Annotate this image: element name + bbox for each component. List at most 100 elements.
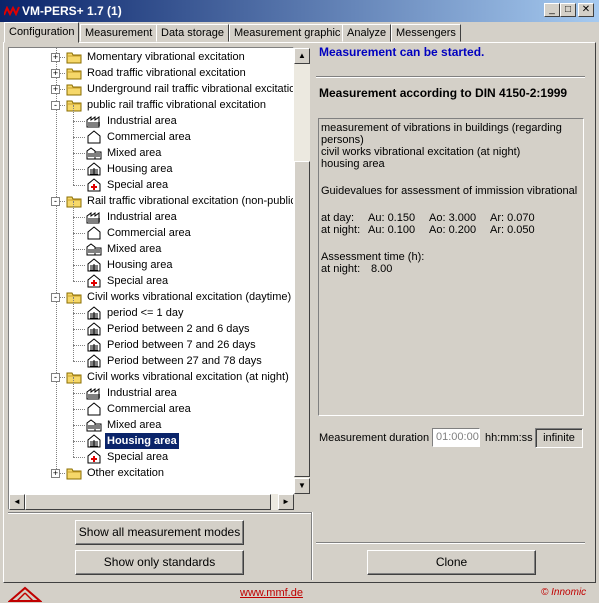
- guide-ao: Ao: 3.000: [429, 212, 477, 224]
- house-outline-icon: [86, 402, 102, 416]
- measurement-mode-tree[interactable]: Momentary vibrational excitation + Road tr…: [8, 47, 294, 510]
- website-link[interactable]: www.mmf.de: [240, 587, 303, 599]
- duration-unit: hh:mm:ss: [485, 432, 533, 444]
- folder-icon: [66, 98, 82, 112]
- expand-icon[interactable]: +: [51, 469, 60, 478]
- scroll-thumb[interactable]: [294, 161, 310, 477]
- tree-node-label: Commercial area: [107, 131, 191, 143]
- tab-messengers[interactable]: Messengers: [391, 24, 461, 42]
- guide-au: Au: 0.100: [368, 224, 416, 236]
- tree-connector: [73, 137, 74, 153]
- button-label: Clone: [435, 555, 468, 569]
- show-all-modes-button[interactable]: Show all measurement modes: [75, 520, 244, 545]
- duration-label: Measurement duration: [319, 432, 430, 444]
- app-logo-icon: [4, 6, 20, 16]
- left-divider: [8, 512, 311, 514]
- tree-connector: [56, 48, 57, 473]
- tree-connector: [73, 329, 85, 330]
- tree-node-label: Momentary vibrational excitation: [87, 51, 245, 63]
- tree-node-label: Housing area: [104, 432, 180, 450]
- hospital-icon: [86, 178, 102, 192]
- guide-au: Au: 0.150: [368, 212, 416, 224]
- info-line: civil works vibrational excitation (at n…: [321, 146, 521, 158]
- tree-connector: [73, 169, 74, 185]
- scroll-up-button[interactable]: ▲: [294, 48, 310, 64]
- collapse-icon[interactable]: -: [51, 101, 60, 110]
- assessment-night-value: 8.00: [371, 263, 393, 275]
- tree-node-label: Housing area: [107, 163, 173, 175]
- collapse-icon[interactable]: -: [51, 293, 60, 302]
- vertical-divider: [311, 512, 313, 580]
- guide-ar: Ar: 0.070: [490, 212, 535, 224]
- tree-connector: [73, 217, 74, 233]
- show-standards-button[interactable]: Show only standards: [75, 550, 244, 575]
- tab-label: Measurement: [85, 27, 153, 39]
- house-icon: [86, 162, 102, 176]
- tree-connector: [73, 249, 74, 265]
- scroll-down-button[interactable]: ▼: [294, 478, 310, 494]
- clone-button[interactable]: Clone: [367, 550, 536, 575]
- tree-connector: [73, 361, 85, 362]
- expand-icon[interactable]: +: [51, 69, 60, 78]
- tree-node-label: Civil works vibrational excitation (at n…: [87, 371, 289, 383]
- minimize-icon: _: [549, 4, 555, 15]
- tree-connector: [73, 441, 85, 442]
- measurement-heading: Measurement according to DIN 4150-2:1999: [319, 86, 568, 100]
- infinite-toggle[interactable]: infinite: [535, 428, 583, 448]
- tree-connector: [73, 153, 85, 154]
- tree-connector: [73, 297, 74, 313]
- folder-icon: [66, 82, 82, 96]
- tree-node-label: Rail traffic vibrational excitation (non…: [87, 195, 294, 207]
- tab-label: Measurement graphic: [234, 27, 341, 39]
- tree-connector: [73, 457, 85, 458]
- expand-icon[interactable]: +: [51, 85, 60, 94]
- house-icon: [86, 338, 102, 352]
- tab-measurement[interactable]: Measurement: [80, 24, 158, 42]
- folder-icon: [66, 466, 82, 480]
- tree-node-label: Industrial area: [107, 115, 177, 127]
- maximize-button[interactable]: □: [560, 3, 576, 17]
- collapse-icon[interactable]: -: [51, 197, 60, 206]
- tree-connector: [73, 121, 74, 137]
- tree-vertical-scrollbar[interactable]: ▲ ▼: [294, 48, 310, 494]
- guide-ar: Ar: 0.050: [490, 224, 535, 236]
- tab-label: Data storage: [161, 27, 224, 39]
- guide-ao: Ao: 0.200: [429, 224, 477, 236]
- guide-row-label: at day:: [321, 212, 355, 224]
- expand-icon[interactable]: +: [51, 53, 60, 62]
- close-button[interactable]: ✕: [578, 3, 594, 17]
- tree-node-label: Housing area: [107, 259, 173, 271]
- guide-values-title: Guidevalues for assessment of immission …: [321, 185, 578, 197]
- tree-connector: [73, 169, 85, 170]
- tree-node-label: Industrial area: [107, 211, 177, 223]
- tree-connector: [73, 329, 74, 345]
- toggle-label: infinite: [543, 432, 575, 444]
- scroll-corner: [294, 494, 310, 510]
- tree-connector: [73, 185, 85, 186]
- scroll-right-button[interactable]: ►: [278, 494, 294, 510]
- tab-measurement-graphic[interactable]: Measurement graphic: [229, 24, 346, 42]
- scroll-left-button[interactable]: ◄: [9, 494, 25, 510]
- tree-node-label: Special area: [107, 275, 169, 287]
- tree-connector: [73, 441, 74, 457]
- folder-icon: [66, 290, 82, 304]
- tab-analyze[interactable]: Analyze: [342, 24, 392, 42]
- tree-connector: [73, 425, 85, 426]
- hscroll-thumb[interactable]: [25, 494, 271, 510]
- tree-node-label: Special area: [107, 179, 169, 191]
- minimize-button[interactable]: _: [544, 3, 560, 17]
- tree-horizontal-scrollbar[interactable]: ◄ ►: [9, 494, 294, 510]
- assessment-night-label: at night:: [321, 263, 361, 275]
- tab-data-storage[interactable]: Data storage: [156, 24, 229, 42]
- tab-configuration[interactable]: Configuration: [4, 22, 80, 43]
- tree-connector: [73, 313, 85, 314]
- factory-icon: [86, 210, 102, 224]
- tree-node-label: Commercial area: [107, 227, 191, 239]
- collapse-icon[interactable]: -: [51, 373, 60, 382]
- tree-connector: [73, 409, 74, 425]
- house-icon: [86, 258, 102, 272]
- button-label: Show only standards: [103, 555, 216, 569]
- house-icon: [86, 354, 102, 368]
- duration-input[interactable]: 01:00:00: [432, 428, 480, 447]
- tree-connector: [73, 233, 85, 234]
